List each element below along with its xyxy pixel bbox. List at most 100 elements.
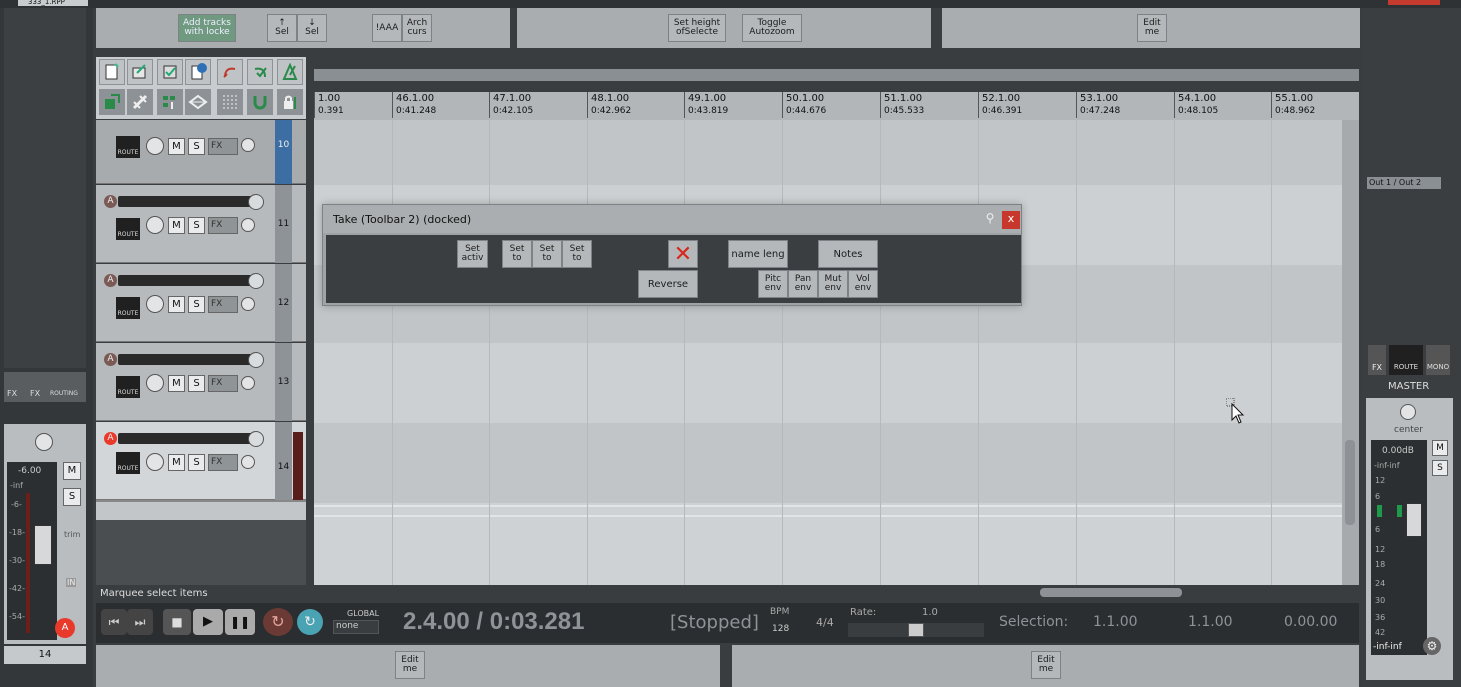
horizontal-scroll-thumb[interactable] (1040, 588, 1182, 597)
pan-knob[interactable] (248, 194, 264, 210)
record-indicator[interactable] (1388, 0, 1440, 5)
horizontal-scrollbar[interactable] (314, 585, 1359, 600)
master-fader-knob[interactable] (1406, 503, 1422, 537)
redo-icon[interactable] (247, 59, 273, 85)
track-14[interactable]: A ROUTE M S FX 14 (96, 422, 306, 500)
left-solo-button[interactable]: S (63, 488, 81, 506)
auto-crossfade-icon[interactable] (185, 89, 211, 115)
left-fader-knob[interactable] (34, 525, 52, 565)
delete-take-button[interactable]: ✕ (668, 240, 698, 268)
ripple-edit-icon[interactable] (157, 89, 183, 115)
bpm-value[interactable]: 128 (772, 624, 789, 634)
pitch-envelope-button[interactable]: Pitc env (758, 270, 788, 298)
mute-envelope-button[interactable]: Mut env (818, 270, 848, 298)
fx-button[interactable]: FX (208, 296, 238, 313)
left-record-arm-icon[interactable]: A (55, 618, 75, 638)
selection-start[interactable]: 1.1.00 (1093, 614, 1138, 630)
volume-knob[interactable] (146, 374, 164, 392)
phase-knob[interactable] (241, 297, 255, 311)
solo-button[interactable]: S (188, 138, 205, 155)
mute-button[interactable]: M (168, 138, 185, 155)
pan-knob[interactable] (248, 431, 264, 447)
mute-button[interactable]: M (168, 217, 185, 234)
phase-knob[interactable] (241, 455, 255, 469)
reverse-button[interactable]: Reverse (638, 270, 698, 298)
output-label[interactable]: Out 1 / Out 2 (1367, 177, 1441, 189)
phase-knob[interactable] (241, 376, 255, 390)
track-name-field[interactable] (118, 275, 258, 286)
set-height-button[interactable]: Set height ofSelecte (668, 14, 726, 42)
phase-knob[interactable] (241, 138, 255, 152)
edit-me-button-bottom-1[interactable]: Edit me (395, 651, 425, 679)
master-pan-knob[interactable] (1400, 404, 1416, 420)
pause-icon[interactable]: ❚❚ (225, 609, 255, 635)
go-to-start-icon[interactable]: ⏮ (101, 609, 127, 635)
close-icon[interactable]: x (1002, 211, 1020, 229)
set-to-button-1[interactable]: Set to (502, 240, 532, 268)
route-button[interactable]: ROUTE (116, 452, 140, 474)
project-tab[interactable]: 333_1.RPP (18, 0, 88, 6)
volume-knob[interactable] (146, 295, 164, 313)
notes-button[interactable]: Notes (818, 240, 878, 268)
volume-knob[interactable] (146, 453, 164, 471)
selection-length[interactable]: 0.00.00 (1284, 614, 1337, 630)
new-project-icon[interactable] (99, 59, 125, 85)
solo-button[interactable]: S (188, 296, 205, 313)
route-button[interactable]: ROUTE (116, 218, 140, 240)
selection-end[interactable]: 1.1.00 (1188, 614, 1233, 630)
stop-icon[interactable]: ■ (163, 609, 191, 635)
grid-toggle-icon[interactable] (99, 89, 125, 115)
mute-button[interactable]: M (168, 454, 185, 471)
vertical-scroll-thumb[interactable] (1345, 440, 1355, 525)
select-up-button[interactable]: ↑ Sel (267, 14, 297, 42)
aaa-button[interactable]: !AAA (372, 14, 402, 42)
left-mixer-fx-label[interactable]: FX (7, 389, 17, 398)
record-arm-button[interactable]: A (104, 432, 117, 445)
pan-knob[interactable] (248, 273, 264, 289)
phase-knob[interactable] (241, 218, 255, 232)
time-signature[interactable]: 4/4 (816, 616, 834, 629)
rate-slider-thumb[interactable] (908, 623, 924, 637)
left-pan-knob[interactable] (35, 433, 53, 451)
record-arm-button[interactable]: A (104, 195, 117, 208)
master-solo-button[interactable]: S (1432, 460, 1448, 476)
record-arm-button[interactable]: A (104, 274, 117, 287)
global-label[interactable]: GLOBAL (347, 609, 379, 618)
edit-me-button-top[interactable]: Edit me (1137, 14, 1167, 42)
snap-magnet-icon[interactable] (247, 89, 273, 115)
snap-grid-icon[interactable] (217, 89, 243, 115)
go-to-end-icon[interactable]: ⏭ (127, 609, 153, 635)
volume-knob[interactable] (146, 137, 164, 155)
master-fx-button[interactable]: FX (1368, 345, 1386, 375)
master-route-button[interactable]: ROUTE (1389, 345, 1423, 375)
mute-button[interactable]: M (168, 375, 185, 392)
fx-button[interactable]: FX (208, 217, 238, 234)
set-to-button-2[interactable]: Set to (532, 240, 562, 268)
set-to-button-3[interactable]: Set to (562, 240, 592, 268)
arrange-view[interactable] (314, 120, 1342, 585)
record-arm-button[interactable]: A (104, 353, 117, 366)
solo-button[interactable]: S (188, 454, 205, 471)
add-tracks-button[interactable]: Add tracks with locke (178, 14, 236, 42)
master-mono-button[interactable]: MONO (1426, 345, 1450, 375)
solo-button[interactable]: S (188, 217, 205, 234)
mute-button[interactable]: M (168, 296, 185, 313)
route-button[interactable]: ROUTE (116, 297, 140, 319)
route-button[interactable]: ROUTE (116, 376, 140, 398)
track-name-field[interactable] (118, 196, 258, 207)
select-down-button[interactable]: ↓ Sel (297, 14, 327, 42)
track-12[interactable]: A ROUTE M S FX 12 (96, 264, 306, 342)
fx-button[interactable]: FX (208, 375, 238, 392)
metronome-icon[interactable] (277, 59, 303, 85)
name-length-button[interactable]: name leng (728, 240, 788, 268)
save-project-icon[interactable] (157, 59, 183, 85)
pan-knob[interactable] (248, 352, 264, 368)
repeat-icon[interactable]: ↻ (297, 609, 323, 635)
lock-icon[interactable] (277, 89, 303, 115)
arch-cursor-button[interactable]: Arch curs (402, 14, 432, 42)
track-name-field[interactable] (118, 354, 258, 365)
toggle-autozoom-button[interactable]: Toggle Autozoom (742, 14, 802, 42)
master-mute-button[interactable]: M (1432, 440, 1448, 456)
master-settings-icon[interactable]: ⚙ (1423, 637, 1441, 655)
set-active-button[interactable]: Set activ (457, 240, 488, 268)
